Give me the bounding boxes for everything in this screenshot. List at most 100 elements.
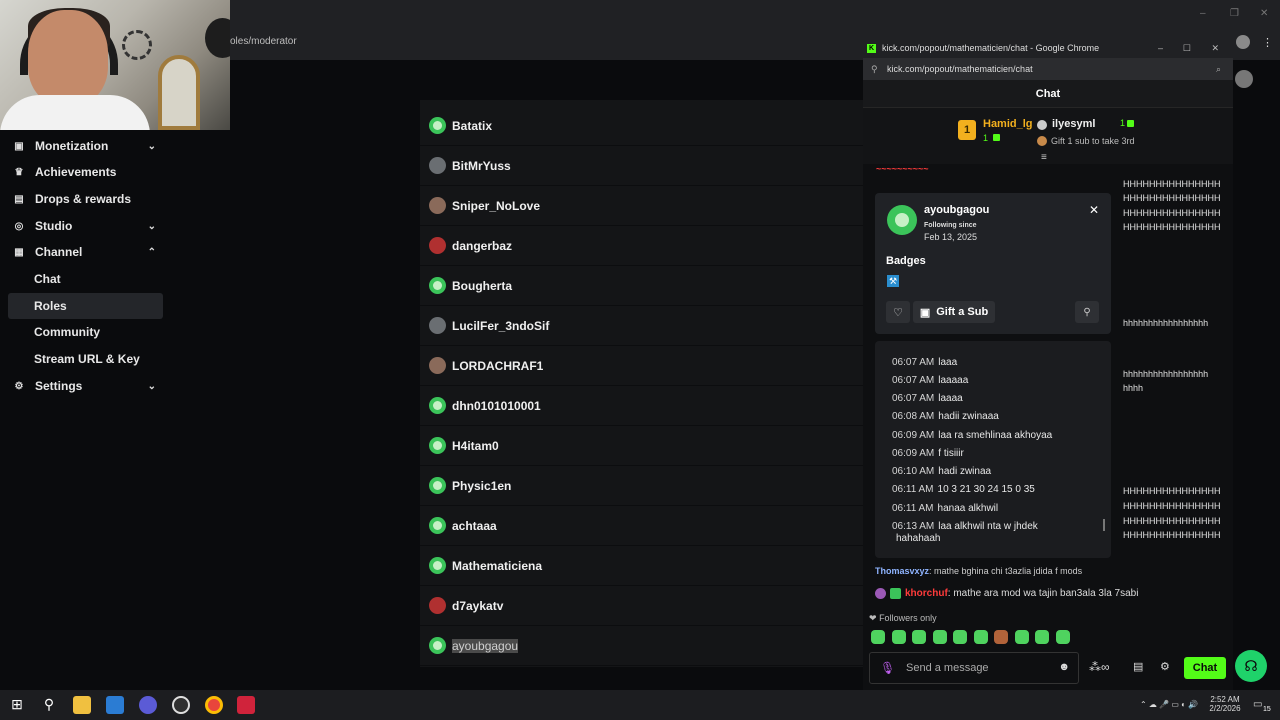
filter-icon[interactable]: ≡: [1041, 152, 1047, 163]
user-list-row[interactable]: BitMrYuss: [420, 146, 863, 186]
webcam-overlay: [0, 0, 230, 130]
heart-icon: ❤: [869, 613, 877, 623]
emoji-icon[interactable]: ☻: [1058, 661, 1070, 673]
username[interactable]: Sniper_NoLove: [452, 199, 540, 213]
emote-icon[interactable]: [932, 630, 947, 644]
clock[interactable]: 2:52 AM 2/2/2026: [1207, 695, 1243, 713]
zoom-icon[interactable]: ⌕: [1216, 64, 1221, 75]
sidebar-subitem-stream-url[interactable]: Stream URL & Key: [8, 346, 163, 372]
sidebar-item-achievements[interactable]: ♛ Achievements: [0, 159, 170, 185]
scrollbar[interactable]: [1103, 519, 1105, 531]
file-explorer-icon[interactable]: [73, 696, 91, 714]
emote-icon[interactable]: [891, 630, 906, 644]
user-list-row[interactable]: achtaaa: [420, 506, 863, 546]
chat-input[interactable]: 🎙 Send a message ☻: [869, 652, 1079, 684]
trophy-icon: ♛: [14, 166, 24, 178]
user-list-row[interactable]: d7aykatv: [420, 586, 863, 626]
discord-icon[interactable]: [139, 696, 157, 714]
user-list-row[interactable]: Physic1en: [420, 466, 863, 506]
username[interactable]: Physic1en: [452, 479, 511, 493]
obs-icon[interactable]: [172, 696, 190, 714]
chat-username[interactable]: Thomasvxyz: [875, 566, 929, 576]
username[interactable]: H4itam0: [452, 439, 499, 453]
close-button[interactable]: ✕: [1260, 8, 1268, 19]
username[interactable]: LucilFer_3ndoSif: [452, 319, 549, 333]
minimize-button[interactable]: –: [1158, 43, 1163, 53]
restore-button[interactable]: ❐: [1230, 8, 1239, 19]
chat-message-fragment: HHHHHHHHHHHHHHH: [1123, 516, 1221, 526]
user-list-row[interactable]: LucilFer_3ndoSif: [420, 306, 863, 346]
emote-icon[interactable]: [1055, 630, 1070, 644]
emote-icon[interactable]: [1014, 630, 1029, 644]
leader-2-name[interactable]: ilyesyml: [1052, 118, 1095, 130]
emote-icon[interactable]: [973, 630, 988, 644]
sidebar-item-settings[interactable]: ⚙ Settings ⌄: [0, 373, 170, 399]
user-list-row[interactable]: ayoubgagou: [420, 626, 863, 666]
user-list-row[interactable]: dhn0101010001: [420, 386, 863, 426]
close-button[interactable]: ✕: [1211, 43, 1219, 54]
username[interactable]: LORDACHRAF1: [452, 359, 543, 373]
username[interactable]: Bougherta: [452, 279, 512, 293]
username[interactable]: dangerbaz: [452, 239, 512, 253]
gift-sub-button[interactable]: ▣ Gift a Sub: [913, 301, 995, 323]
emote-icon[interactable]: [994, 630, 1008, 644]
app-icon[interactable]: [237, 696, 255, 714]
sidebar-subitem-roles[interactable]: Roles: [8, 293, 163, 319]
username[interactable]: Batatix: [452, 119, 492, 133]
message-text: laa alkhwil nta w jhdek: [938, 521, 1038, 532]
popout-url-bar[interactable]: ⚲ kick.com/popout/mathematicien/chat ⌕: [863, 58, 1233, 80]
sidebar-item-studio[interactable]: ◎ Studio ⌄: [0, 213, 170, 239]
leader-1-name[interactable]: Hamid_lg: [983, 118, 1033, 130]
chat-message-fragment: hhhh: [1123, 383, 1144, 393]
main-url-bar[interactable]: oles/moderator: [230, 31, 860, 55]
sidebar-subitem-community[interactable]: Community: [8, 319, 163, 345]
username[interactable]: dhn0101010001: [452, 399, 541, 413]
browser-menu-icon[interactable]: ⋮: [1262, 36, 1273, 49]
username[interactable]: Mathematiciena: [452, 559, 542, 573]
close-icon[interactable]: ✕: [1089, 203, 1099, 217]
store-icon[interactable]: ▤: [1133, 660, 1143, 673]
tray-icons[interactable]: ⌃ ☁ 🎤 ▭ ◐ 🔊: [1140, 700, 1198, 709]
emote-icon[interactable]: [871, 630, 885, 644]
emote-icon[interactable]: [953, 630, 967, 644]
sidebar-subitem-chat[interactable]: Chat: [8, 266, 163, 292]
username[interactable]: d7aykatv: [452, 599, 503, 613]
avatar[interactable]: [1235, 70, 1253, 88]
send-chat-button[interactable]: Chat: [1184, 657, 1226, 679]
user-list-row[interactable]: Bougherta: [420, 266, 863, 306]
chat-message-fragment: HHHHHHHHHHHHHHH: [1123, 222, 1221, 232]
sidebar-item-channel[interactable]: ▦ Channel ⌃: [0, 239, 170, 265]
user-list-row[interactable]: dangerbaz: [420, 226, 863, 266]
support-headset-button[interactable]: ☊: [1235, 650, 1267, 682]
user-list-row[interactable]: Sniper_NoLove: [420, 186, 863, 226]
site-info-icon[interactable]: ⚲: [871, 64, 878, 75]
user-card-username[interactable]: ayoubgagou: [924, 204, 989, 216]
notification-icon[interactable]: ▭: [1253, 699, 1262, 710]
user-list-row[interactable]: Batatix: [420, 106, 863, 146]
user-list-row[interactable]: LORDACHRAF1: [420, 346, 863, 386]
windows-start-icon[interactable]: ⊞: [8, 696, 26, 714]
store-icon[interactable]: [106, 696, 124, 714]
avatar: [429, 357, 446, 374]
sidebar-item-drops[interactable]: ▤ Drops & rewards: [0, 186, 170, 212]
chrome-icon[interactable]: [205, 696, 223, 714]
minimize-button[interactable]: –: [1200, 8, 1206, 19]
username[interactable]: ayoubgagou: [452, 638, 519, 653]
maximize-button[interactable]: ☐: [1183, 43, 1191, 54]
avatar: [429, 517, 446, 534]
follow-heart-button[interactable]: ♡: [886, 301, 910, 323]
user-list-row[interactable]: H4itam0: [420, 426, 863, 466]
username[interactable]: achtaaa: [452, 519, 497, 533]
moderation-action-button[interactable]: ⚲: [1075, 301, 1099, 323]
gear-icon[interactable]: ⚙: [1160, 660, 1170, 673]
chat-username[interactable]: khorchuf: [905, 588, 948, 599]
emote-icon[interactable]: [1035, 630, 1049, 644]
username[interactable]: BitMrYuss: [452, 159, 511, 173]
emote-icon[interactable]: [912, 630, 926, 644]
user-list-row[interactable]: Mathematiciena: [420, 546, 863, 586]
search-icon[interactable]: ⚲: [40, 696, 58, 714]
sidebar-item-monetization[interactable]: ▣ Monetization ⌄: [0, 133, 170, 159]
points-icon[interactable]: ⁂∞: [1089, 660, 1110, 674]
profile-icon[interactable]: [1236, 35, 1250, 49]
microphone-icon[interactable]: 🎙: [880, 661, 895, 675]
